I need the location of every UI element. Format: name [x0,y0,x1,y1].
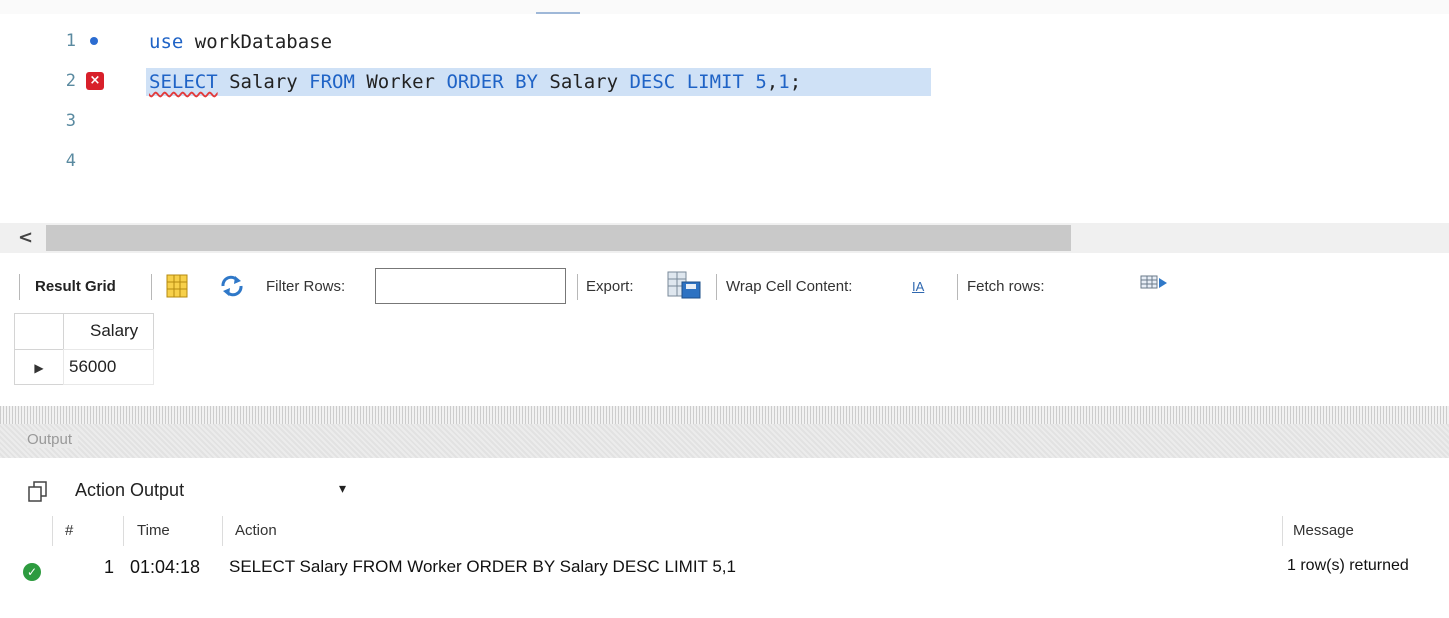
scrollbar-thumb[interactable] [46,225,1071,251]
row-indicator-icon[interactable]: ▶ [14,349,64,385]
editor-line-3[interactable]: 3 [0,102,1449,138]
scroll-left-icon[interactable]: < [18,227,33,248]
selected-code-text[interactable]: SELECT Salary FROM Worker ORDER BY Salar… [146,68,931,96]
copy-icon[interactable] [27,480,49,502]
column-header-salary[interactable]: Salary [63,313,154,350]
keyword: DESC [629,71,676,93]
result-toolbar: Result Grid Filter Rows: Export: Wrap Ce… [0,262,1449,314]
column-divider [222,516,223,546]
toolbar-divider [577,274,578,300]
identifier: Salary [537,71,630,93]
export-label: Export: [586,278,634,295]
toolbar-divider [19,274,20,300]
filter-rows-input[interactable] [375,268,566,304]
output-row-message: 1 row(s) returned [1287,557,1409,574]
result-grid-tab[interactable]: Result Grid [35,278,116,295]
line-number: 4 [65,151,76,171]
line-number: 1 [65,31,76,51]
table-cell[interactable]: 56000 [63,349,154,385]
column-header-message[interactable]: Message [1293,522,1354,539]
horizontal-scrollbar[interactable]: < [0,223,1449,253]
editor-tab-strip [0,0,1449,14]
line-number: 3 [65,111,76,131]
column-divider [123,516,124,546]
column-divider [1282,516,1283,546]
output-row-time: 01:04:18 [130,557,201,577]
keyword: use [149,31,184,53]
wrap-cell-icon[interactable]: IA [912,279,924,294]
editor-line-4[interactable]: 4 [0,142,1449,178]
keyword: ORDER BY [446,71,538,93]
row-indicator-header [14,313,64,350]
wrap-cell-content-label: Wrap Cell Content: [726,278,853,295]
output-panel-header: Output [0,424,1449,458]
keyword: FROM [309,71,355,93]
refresh-icon[interactable] [219,274,245,298]
punctuation: ; [789,71,802,93]
active-tab-indicator [536,2,580,14]
identifier: Worker [354,71,447,93]
code-text[interactable]: use workDatabase [149,28,332,56]
success-check-icon: ✓ [23,563,41,581]
fetch-rows-icon[interactable] [1140,274,1170,294]
output-title: Output [27,431,79,448]
keyword: LIMIT [686,71,744,93]
identifier: workDatabase [183,31,333,53]
error-marker-icon[interactable]: × [86,72,106,92]
grid-view-icon[interactable] [166,274,188,298]
output-type-selector[interactable]: Action Output ▾ [0,466,1449,514]
editor-line-2[interactable]: 2 × SELECT Salary FROM Worker ORDER BY S… [0,62,1449,98]
editor-line-1[interactable]: 1 use workDatabase [0,22,1449,58]
number: 5 [755,71,767,93]
sql-editor[interactable]: 1 use workDatabase 2 × SELECT Salary FRO… [0,14,1449,224]
statement-marker-icon [86,32,106,52]
fetch-rows-label: Fetch rows: [967,278,1045,295]
filter-rows-label: Filter Rows: [266,278,346,295]
output-row-action[interactable]: SELECT Salary FROM Worker ORDER BY Salar… [229,557,736,577]
number: 1 [778,71,790,93]
toolbar-divider [151,274,152,300]
output-row-number: 1 [104,557,115,577]
column-header-num[interactable]: # [65,522,73,539]
keyword-select-error: SELECT [149,71,218,93]
column-header-action[interactable]: Action [235,522,277,539]
column-header-time[interactable]: Time [137,522,170,539]
action-output-dropdown[interactable]: Action Output [75,480,184,501]
export-icon[interactable] [667,270,703,300]
column-divider [52,516,53,546]
toolbar-divider [957,274,958,300]
panel-splitter[interactable] [0,406,1449,424]
line-number: 2 [65,71,76,91]
punctuation: , [766,71,779,93]
chevron-down-icon[interactable]: ▾ [339,480,346,497]
toolbar-divider [716,274,717,300]
identifier: Salary [217,71,310,93]
